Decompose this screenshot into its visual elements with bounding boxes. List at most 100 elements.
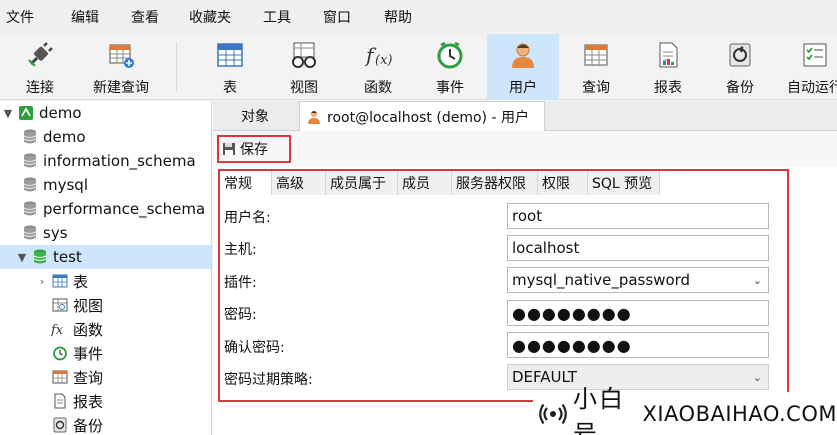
subtab-general[interactable]: 常规: [220, 171, 272, 195]
document-tab-bar: 对象 root@localhost (demo) - 用户: [213, 101, 837, 132]
toolbar-separator: [176, 42, 177, 92]
chevron-down-icon[interactable]: ▼: [14, 251, 30, 264]
plugin-label: 插件:: [224, 275, 257, 291]
subtab-label: 高级: [276, 176, 304, 192]
query-icon: [50, 367, 70, 387]
subtab-label: 成员属于: [330, 176, 386, 192]
toolbar-table-button[interactable]: 表: [202, 34, 258, 100]
toolbar-label: 备份: [726, 80, 754, 96]
subtab-member-of[interactable]: 成员属于: [326, 171, 398, 195]
editor-toolbar: 保存: [213, 131, 837, 167]
username-field[interactable]: root: [507, 203, 769, 229]
menu-edit[interactable]: 编辑: [65, 7, 111, 27]
toolbar-new-query-button[interactable]: 新建查询: [86, 34, 156, 100]
user-icon: [508, 40, 538, 70]
username-label: 用户名:: [224, 210, 271, 226]
tree-db-information-schema[interactable]: information_schema: [20, 149, 196, 173]
menu-file[interactable]: 文件: [0, 7, 46, 27]
toolbar-report-button[interactable]: 报表: [640, 34, 696, 100]
toolbar-event-button[interactable]: 事件: [422, 34, 478, 100]
toolbar-label: 查询: [582, 80, 610, 96]
tree-node-label: demo: [39, 104, 82, 122]
toolbar-label: 新建查询: [93, 80, 149, 96]
menu-tools[interactable]: 工具: [257, 7, 303, 27]
tree-item-queries[interactable]: 查询: [50, 365, 103, 389]
tree-node-label: performance_schema: [43, 200, 206, 218]
database-icon: [20, 199, 40, 219]
tab-user-editor[interactable]: root@localhost (demo) - 用户: [299, 101, 545, 132]
connection-leaf-icon: [16, 103, 36, 123]
toolbar-backup-button[interactable]: 备份: [712, 34, 768, 100]
chevron-down-icon[interactable]: ▼: [0, 107, 16, 120]
tree-node-label: demo: [43, 128, 86, 146]
subtab-server-privileges[interactable]: 服务器权限: [452, 171, 538, 195]
menu-favorites[interactable]: 收藏夹: [183, 7, 243, 27]
subtab-label: 常规: [224, 176, 252, 192]
tree-item-views[interactable]: 视图: [50, 293, 103, 317]
toolbar-user-button[interactable]: 用户: [487, 34, 559, 100]
tree-db-mysql[interactable]: mysql: [20, 173, 88, 197]
host-field[interactable]: localhost: [507, 235, 769, 261]
tab-label: root@localhost (demo) - 用户: [327, 110, 529, 126]
toolbar-label: 用户: [509, 80, 537, 96]
watermark-banner: 小白号 XIAOBAIHAO.COM: [533, 385, 837, 435]
tree-item-backups[interactable]: 备份: [50, 413, 103, 435]
menu-bar: 文件 编辑 查看 收藏夹 工具 窗口 帮助: [0, 0, 837, 34]
tree-item-tables[interactable]: › 表: [34, 269, 88, 293]
tree-item-events[interactable]: 事件: [50, 341, 103, 365]
chevron-right-icon[interactable]: ›: [34, 275, 50, 288]
chevron-down-icon: ⌄: [752, 273, 762, 287]
username-value: root: [512, 207, 543, 225]
confirm-password-value: ●●●●●●●●: [512, 335, 632, 355]
view-glasses-icon: [289, 40, 319, 70]
toolbar-view-button[interactable]: 视图: [276, 34, 332, 100]
toolbar-query-button[interactable]: 查询: [568, 34, 624, 100]
toolbar-label: 事件: [436, 80, 464, 96]
database-icon: [20, 175, 40, 195]
navigation-tree: ▼ demo demo information_schema mysql per…: [0, 101, 212, 435]
plugin-select[interactable]: mysql_native_password ⌄: [507, 267, 769, 293]
toolbar-label: 连接: [26, 80, 54, 96]
subtab-advanced[interactable]: 高级: [272, 171, 326, 195]
toolbar-function-button[interactable]: f (x) 函数: [350, 34, 406, 100]
toolbar-label: 表: [223, 80, 237, 96]
subtab-members[interactable]: 成员: [398, 171, 452, 195]
toolbar-connect-button[interactable]: 连接: [10, 34, 70, 100]
password-expire-value: DEFAULT: [512, 368, 577, 386]
user-icon: [306, 109, 322, 125]
tree-item-functions[interactable]: fx 函数: [50, 317, 103, 341]
host-label: 主机:: [224, 242, 257, 258]
confirm-password-field[interactable]: ●●●●●●●●: [507, 332, 769, 358]
menu-window[interactable]: 窗口: [317, 7, 363, 27]
confirm-password-label: 确认密码:: [224, 340, 285, 356]
password-expire-label: 密码过期策略:: [224, 372, 313, 388]
tree-connection-demo[interactable]: ▼ demo: [0, 101, 82, 125]
view-icon: [50, 295, 70, 315]
tree-node-label: mysql: [43, 176, 88, 194]
tree-db-performance-schema[interactable]: performance_schema: [20, 197, 205, 221]
function-fx-icon: fx: [50, 319, 70, 339]
subtab-privileges[interactable]: 权限: [538, 171, 588, 195]
backup-icon: [725, 40, 755, 70]
report-icon: [50, 391, 70, 411]
password-field[interactable]: ●●●●●●●●: [507, 300, 769, 326]
menu-help[interactable]: 帮助: [378, 7, 424, 27]
password-expire-select[interactable]: DEFAULT ⌄: [507, 364, 769, 390]
subtab-sql-preview[interactable]: SQL 预览: [588, 171, 660, 195]
toolbar-auto-run-button[interactable]: 自动运行: [780, 34, 837, 100]
tree-db-test[interactable]: ▼ test: [0, 245, 211, 269]
tree-node-label: 备份: [73, 416, 104, 435]
save-button[interactable]: 保存: [217, 135, 291, 163]
tree-item-reports[interactable]: 报表: [50, 389, 103, 413]
menu-view[interactable]: 查看: [125, 7, 171, 27]
tree-node-label: 视图: [73, 296, 104, 315]
report-icon: [653, 40, 683, 70]
tree-db-sys[interactable]: sys: [20, 221, 68, 245]
database-icon: [20, 127, 40, 147]
plugin-value: mysql_native_password: [512, 271, 691, 289]
database-icon: [20, 223, 40, 243]
tree-node-label: 函数: [73, 320, 104, 339]
tab-label: 对象: [241, 109, 269, 125]
tab-objects[interactable]: 对象: [241, 101, 269, 131]
tree-db-demo[interactable]: demo: [20, 125, 86, 149]
